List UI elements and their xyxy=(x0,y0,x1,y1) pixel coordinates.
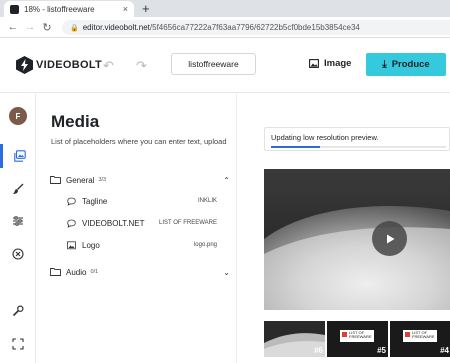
play-icon xyxy=(386,234,394,243)
preview-status: Updating low resolution preview. xyxy=(264,127,450,151)
download-icon: ⤓ xyxy=(382,59,387,70)
item-label: Logo xyxy=(82,240,100,250)
group-count: 0/1 xyxy=(90,269,99,275)
chevron-down-icon[interactable]: ⌄ xyxy=(223,268,230,277)
brush-icon xyxy=(13,183,24,194)
image-button[interactable]: Image xyxy=(309,58,351,69)
scene-thumbnail[interactable]: #6 xyxy=(264,321,325,357)
image-icon xyxy=(309,59,319,68)
text-bubble-icon xyxy=(67,197,76,206)
back-icon[interactable]: ← xyxy=(6,21,20,33)
lock-icon: 🔒 xyxy=(70,24,79,32)
group-count: 3/3 xyxy=(98,177,107,183)
logo-text: VIDEOBOLT xyxy=(36,59,103,71)
scene-thumbnail[interactable]: LIST OF FREEWARE #4 xyxy=(390,321,450,357)
tab-title: 18% - listoffreeware xyxy=(24,4,95,14)
url-path: /5f4656ca77222a7f63aa7796/62722b5cf0bde1… xyxy=(149,23,360,32)
group-audio[interactable]: Audio 0/1 ⌄ xyxy=(50,266,230,278)
tools-tab[interactable] xyxy=(0,299,36,323)
item-label: VIDEOBOLT.NET xyxy=(82,218,145,228)
item-value: logo.png xyxy=(193,242,217,248)
item-value: INKLIK xyxy=(197,198,217,204)
project-name-field[interactable]: listoffreeware xyxy=(171,53,256,75)
list-item[interactable]: Tagline INKLIK xyxy=(67,195,217,207)
browser-tab-strip: 18% - listoffreeware × + xyxy=(0,0,450,17)
media-tab[interactable] xyxy=(0,144,36,168)
url-host: editor.videobolt.net xyxy=(82,23,150,32)
image-icon xyxy=(67,240,76,249)
thumbnail-card: LIST OF FREEWARE xyxy=(403,330,437,342)
folder-icon xyxy=(50,176,61,184)
group-label: General xyxy=(66,175,95,185)
videobolt-logo-icon xyxy=(16,56,33,74)
preview-area: Updating low resolution preview. #6 LIST… xyxy=(238,94,450,363)
list-item[interactable]: Logo logo.png xyxy=(67,239,217,251)
play-button[interactable] xyxy=(372,221,407,256)
style-tab[interactable] xyxy=(0,177,36,201)
scene-thumbnails: #6 LIST OF FREEWARE #5 LIST OF FREEWARE … xyxy=(264,321,450,357)
reload-icon[interactable]: ↻ xyxy=(40,21,54,34)
text-bubble-icon xyxy=(67,219,76,228)
new-tab-button[interactable]: + xyxy=(142,1,150,16)
videobolt-favicon-icon xyxy=(10,4,19,14)
video-preview[interactable] xyxy=(264,169,450,310)
undo-icon[interactable]: ↶ xyxy=(103,58,114,74)
list-item[interactable]: VIDEOBOLT.NET LIST OF FREEWARE xyxy=(67,217,217,229)
music-icon xyxy=(12,248,24,260)
settings-tab[interactable] xyxy=(0,209,36,233)
panel-description: List of placeholders where you can enter… xyxy=(51,137,227,146)
thumbnail-card: LIST OF FREEWARE xyxy=(340,330,374,342)
videobolt-logo[interactable]: VIDEOBOLT xyxy=(16,56,102,74)
redo-icon[interactable]: ↷ xyxy=(136,58,147,74)
thumbnail-number: #4 xyxy=(440,346,449,355)
thumbnail-card-text: LIST OF FREEWARE xyxy=(349,330,372,339)
fullscreen-icon xyxy=(12,338,24,350)
panel-title: Media xyxy=(51,112,100,131)
item-label: Tagline xyxy=(82,196,108,206)
thumbnail-card-text: LIST OF FREEWARE xyxy=(412,330,435,339)
wrench-icon xyxy=(12,305,24,317)
scene-thumbnail[interactable]: LIST OF FREEWARE #5 xyxy=(327,321,388,357)
media-icon xyxy=(13,150,26,162)
url-field[interactable]: 🔒 editor.videobolt.net /5f4656ca77222a7f… xyxy=(62,20,450,35)
folder-icon xyxy=(50,268,61,276)
image-button-label: Image xyxy=(324,58,352,69)
browser-tab[interactable]: 18% - listoffreeware × xyxy=(4,1,134,17)
thumbnail-number: #5 xyxy=(377,346,386,355)
item-value: LIST OF FREEWARE xyxy=(158,220,217,226)
logo-mark-icon xyxy=(342,332,347,337)
tab-close-icon[interactable]: × xyxy=(123,4,128,14)
group-general[interactable]: General 3/3 ⌃ xyxy=(50,174,230,186)
produce-button[interactable]: ⤓ Produce xyxy=(366,53,446,76)
music-tab[interactable] xyxy=(0,242,36,266)
fullscreen-button[interactable] xyxy=(0,332,36,356)
forward-icon[interactable]: → xyxy=(23,21,37,33)
progress-fill xyxy=(271,146,320,148)
avatar[interactable]: F xyxy=(9,107,27,125)
video-frame xyxy=(264,169,450,310)
sliders-icon xyxy=(13,216,23,226)
progress-track xyxy=(271,146,446,148)
address-bar: ← → ↻ 🔒 editor.videobolt.net /5f4656ca77… xyxy=(0,17,450,38)
produce-button-label: Produce xyxy=(391,59,430,70)
media-panel: Media List of placeholders where you can… xyxy=(37,94,237,363)
thumbnail-number: #6 xyxy=(314,346,323,355)
logo-mark-icon xyxy=(405,332,410,337)
status-text: Updating low resolution preview. xyxy=(271,133,379,142)
app-header: VIDEOBOLT ↶ ↷ listoffreeware Image ⤓ Pro… xyxy=(0,39,450,93)
group-label: Audio xyxy=(66,267,87,277)
left-icon-rail: F xyxy=(0,94,36,363)
chevron-up-icon[interactable]: ⌃ xyxy=(223,176,230,185)
